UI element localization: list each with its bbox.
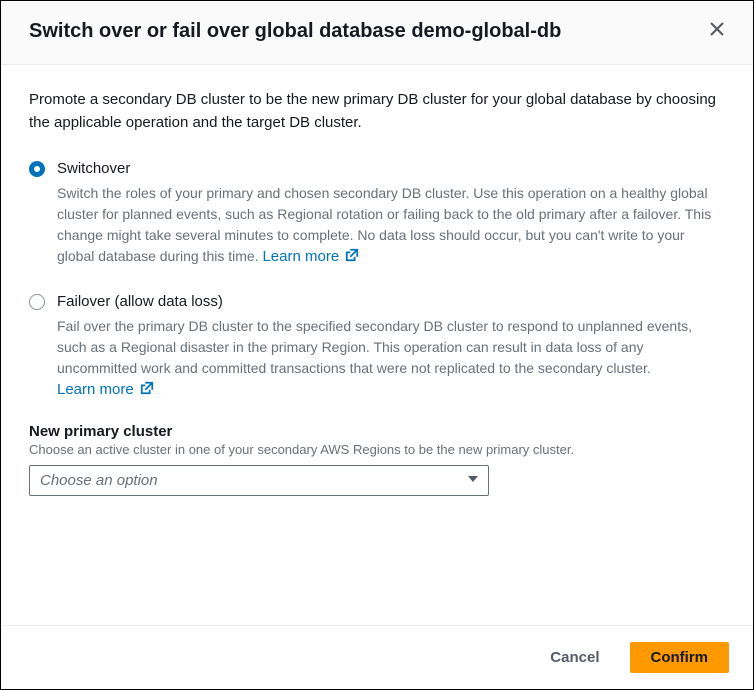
radio-option-switchover[interactable]: Switchover Switch the roles of your prim… [29,158,725,269]
confirm-button[interactable]: Confirm [630,642,730,673]
new-primary-cluster-hint: Choose an active cluster in one of your … [29,442,725,457]
radio-failover-description: Fail over the primary DB cluster to the … [57,316,725,402]
switchover-failover-modal: Switch over or fail over global database… [0,0,754,690]
close-button[interactable] [705,17,729,44]
radio-failover[interactable] [29,294,45,310]
modal-header: Switch over or fail over global database… [1,1,753,65]
learn-more-switchover-link[interactable]: Learn more [262,248,359,265]
radio-switchover[interactable] [29,161,45,177]
radio-option-failover[interactable]: Failover (allow data loss) Fail over the… [29,291,725,402]
modal-body: Promote a secondary DB cluster to be the… [1,65,753,625]
radio-switchover-desc-text: Switch the roles of your primary and cho… [57,185,711,264]
cancel-button[interactable]: Cancel [530,642,619,673]
external-link-icon [138,381,154,398]
radio-failover-desc-text: Fail over the primary DB cluster to the … [57,318,692,376]
learn-more-switchover-text: Learn more [262,248,339,265]
radio-failover-label: Failover (allow data loss) [57,291,725,312]
modal-footer: Cancel Confirm [1,625,753,689]
radio-switchover-description: Switch the roles of your primary and cho… [57,183,725,269]
radio-switchover-label: Switchover [57,158,725,179]
new-primary-cluster-select[interactable]: Choose an option [29,465,489,496]
modal-title: Switch over or fail over global database… [29,18,561,44]
new-primary-cluster-label: New primary cluster [29,423,725,440]
radio-switchover-content: Switchover Switch the roles of your prim… [57,158,725,269]
learn-more-failover-link[interactable]: Learn more [57,381,154,398]
close-icon [709,21,725,40]
external-link-icon [343,248,359,265]
radio-failover-content: Failover (allow data loss) Fail over the… [57,291,725,402]
new-primary-cluster-select-wrap: Choose an option [29,465,489,496]
learn-more-failover-text: Learn more [57,381,134,398]
intro-text: Promote a secondary DB cluster to be the… [29,89,725,134]
